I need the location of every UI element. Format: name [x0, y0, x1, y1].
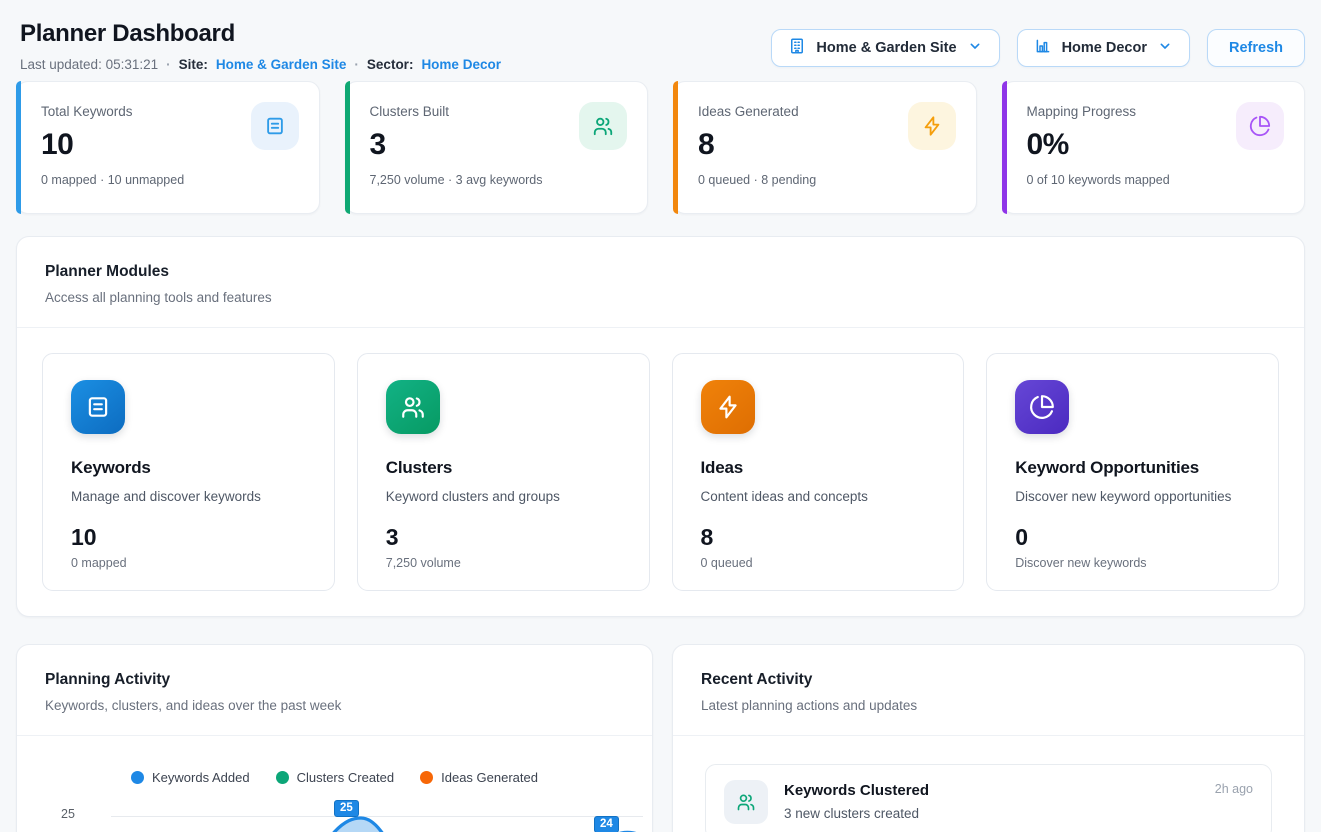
sector-selector-label: Home Decor	[1062, 40, 1147, 56]
module-value: 0	[1015, 524, 1250, 551]
recent-activity-subtitle: Latest planning actions and updates	[701, 698, 1276, 713]
activity-description: 3 new clusters created	[784, 806, 1253, 821]
lightning-icon	[908, 102, 956, 150]
stat-sub: 0 mapped · 10 unmapped	[41, 173, 295, 187]
legend-dot-blue	[131, 771, 144, 784]
legend-item-keywords-added[interactable]: Keywords Added	[131, 770, 250, 785]
data-label-24: 24	[594, 816, 619, 832]
legend-item-ideas-generated[interactable]: Ideas Generated	[420, 770, 538, 785]
header-meta: Last updated: 05:31:21 · Site: Home & Ga…	[16, 57, 501, 72]
module-description: Content ideas and concepts	[701, 489, 936, 504]
module-title: Keyword Opportunities	[1015, 458, 1250, 478]
page-title: Planner Dashboard	[16, 20, 501, 48]
modules-subtitle: Access all planning tools and features	[45, 290, 1276, 305]
users-icon	[579, 102, 627, 150]
legend-dot-orange	[420, 771, 433, 784]
planning-activity-title: Planning Activity	[45, 671, 624, 689]
stat-card-mapping-progress: Mapping Progress 0% 0 of 10 keywords map…	[1002, 81, 1306, 214]
legend-label: Keywords Added	[152, 770, 250, 785]
module-sub: 0 mapped	[71, 556, 306, 570]
module-sub: 0 queued	[701, 556, 936, 570]
lightning-icon	[701, 380, 755, 434]
module-title: Ideas	[701, 458, 936, 478]
users-icon	[724, 780, 768, 824]
modules-grid: Keywords Manage and discover keywords 10…	[17, 328, 1304, 616]
chevron-down-icon	[1157, 38, 1173, 58]
refresh-button[interactable]: Refresh	[1207, 29, 1305, 67]
site-selector-dropdown[interactable]: Home & Garden Site	[771, 29, 999, 67]
pie-chart-icon	[1236, 102, 1284, 150]
legend-label: Clusters Created	[297, 770, 395, 785]
stat-card-clusters-built: Clusters Built 3 7,250 volume · 3 avg ke…	[345, 81, 649, 214]
sector-selector-dropdown[interactable]: Home Decor	[1017, 29, 1190, 67]
keywords-added-area-series	[111, 795, 643, 832]
planner-dashboard-page: Planner Dashboard Last updated: 05:31:21…	[0, 0, 1321, 832]
stat-sub: 0 of 10 keywords mapped	[1027, 173, 1281, 187]
chart-legend: Keywords Added Clusters Created Ideas Ge…	[17, 736, 652, 785]
data-label-25: 25	[334, 800, 359, 817]
module-description: Discover new keyword opportunities	[1015, 489, 1250, 504]
module-card-ideas[interactable]: Ideas Content ideas and concepts 8 0 que…	[672, 353, 965, 591]
activity-timestamp: 2h ago	[1215, 782, 1253, 796]
planner-modules-panel: Planner Modules Access all planning tool…	[16, 236, 1305, 617]
stat-card-ideas-generated: Ideas Generated 8 0 queued · 8 pending	[673, 81, 977, 214]
sector-label: Sector:	[367, 57, 414, 72]
stat-sub: 0 queued · 8 pending	[698, 173, 952, 187]
legend-label: Ideas Generated	[441, 770, 538, 785]
module-sub: 7,250 volume	[386, 556, 621, 570]
module-sub: Discover new keywords	[1015, 556, 1250, 570]
module-card-keywords[interactable]: Keywords Manage and discover keywords 10…	[42, 353, 335, 591]
activity-title: Keywords Clustered	[784, 782, 929, 799]
pie-chart-icon	[1015, 380, 1069, 434]
planning-activity-subtitle: Keywords, clusters, and ideas over the p…	[45, 698, 624, 713]
module-value: 10	[71, 524, 306, 551]
module-description: Keyword clusters and groups	[386, 489, 621, 504]
users-icon	[386, 380, 440, 434]
document-icon	[251, 102, 299, 150]
topbar: Planner Dashboard Last updated: 05:31:21…	[16, 0, 1305, 72]
module-description: Manage and discover keywords	[71, 489, 306, 504]
legend-dot-green	[276, 771, 289, 784]
bar-chart-icon	[1034, 37, 1052, 59]
legend-item-clusters-created[interactable]: Clusters Created	[276, 770, 395, 785]
document-icon	[71, 380, 125, 434]
site-link[interactable]: Home & Garden Site	[216, 57, 347, 72]
module-card-keyword-opportunities[interactable]: Keyword Opportunities Discover new keywo…	[986, 353, 1279, 591]
module-value: 3	[386, 524, 621, 551]
module-card-clusters[interactable]: Clusters Keyword clusters and groups 3 7…	[357, 353, 650, 591]
sector-link[interactable]: Home Decor	[421, 57, 501, 72]
chevron-down-icon	[967, 38, 983, 58]
modules-title: Planner Modules	[45, 263, 1276, 281]
meta-dot: ·	[354, 57, 359, 72]
building-icon	[788, 37, 806, 59]
activity-item-keywords-clustered[interactable]: Keywords Clustered 2h ago 3 new clusters…	[705, 764, 1272, 832]
module-value: 8	[701, 524, 936, 551]
last-updated-text: Last updated: 05:31:21	[20, 57, 158, 72]
module-title: Keywords	[71, 458, 306, 478]
stat-sub: 7,250 volume · 3 avg keywords	[370, 173, 624, 187]
meta-dot: ·	[166, 57, 171, 72]
stats-row: Total Keywords 10 0 mapped · 10 unmapped…	[16, 81, 1305, 214]
site-label: Site:	[179, 57, 208, 72]
module-title: Clusters	[386, 458, 621, 478]
planning-activity-chart: 25 25 24	[17, 795, 652, 832]
recent-activity-title: Recent Activity	[701, 671, 1276, 689]
y-axis-tick: 25	[61, 807, 75, 821]
stat-card-total-keywords: Total Keywords 10 0 mapped · 10 unmapped	[16, 81, 320, 214]
recent-activity-panel: Recent Activity Latest planning actions …	[672, 644, 1305, 832]
planning-activity-panel: Planning Activity Keywords, clusters, an…	[16, 644, 653, 832]
site-selector-label: Home & Garden Site	[816, 40, 956, 56]
